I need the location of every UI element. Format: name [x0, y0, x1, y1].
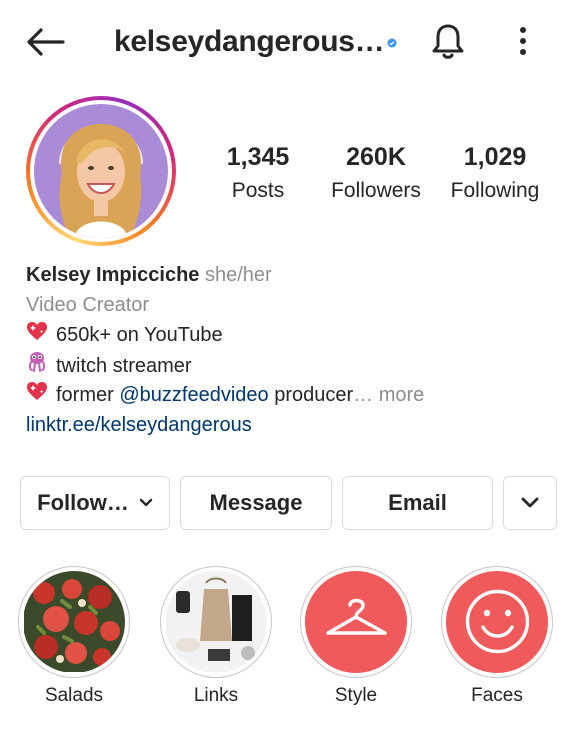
email-button-label: Email — [388, 490, 447, 515]
smiley-face-icon — [465, 589, 529, 654]
message-button[interactable]: Message — [180, 476, 332, 530]
style-thumbnail — [305, 571, 407, 673]
highlight-salads-label: Salads — [44, 685, 104, 706]
posts-count: 1,345 — [226, 143, 290, 171]
following-label: Following — [450, 179, 540, 202]
highlight-faces-label: Faces — [471, 685, 523, 706]
category-label: Video Creator — [26, 294, 150, 316]
username-title-wrap: kelseydangerous… — [114, 20, 397, 64]
following-dropdown-button[interactable]: Follow… — [20, 476, 170, 530]
hanger-icon — [325, 598, 387, 635]
bell-icon — [432, 24, 464, 59]
chevron-down-icon — [520, 496, 540, 510]
sparkling-heart-icon — [26, 380, 48, 410]
bio-more-link[interactable]: more — [373, 384, 425, 406]
message-button-label: Message — [209, 490, 303, 515]
bio-link-row: linktr.ee/kelseydangerous — [26, 410, 556, 440]
bio-line-buzzfeed: former @buzzfeedvideo producer… more — [26, 380, 556, 410]
followers-stat[interactable]: 260K Followers — [324, 142, 428, 206]
highlight-salads[interactable]: Salads — [18, 566, 130, 708]
bio-line-twitch: twitch streamer — [26, 350, 556, 380]
back-button[interactable] — [22, 22, 68, 62]
salad-thumbnail — [23, 571, 125, 673]
bio-category-row: Video Creator — [26, 290, 556, 320]
verified-badge-icon — [387, 38, 397, 48]
arrow-left-icon — [27, 28, 65, 56]
faces-thumbnail — [446, 571, 548, 673]
profile-bio: Kelsey Impicciche she/her Video Creator … — [26, 260, 556, 440]
notifications-button[interactable] — [428, 20, 468, 62]
profile-stats: 1,345 Posts 260K Followers 1,029 Followi… — [0, 142, 576, 212]
buzzfeedvideo-mention-link[interactable]: @buzzfeedvideo — [119, 384, 268, 406]
bio-name-row: Kelsey Impicciche she/her — [26, 260, 556, 290]
bio-line-youtube: 650k+ on YouTube — [26, 320, 556, 350]
display-name: Kelsey Impicciche — [26, 264, 200, 286]
highlight-links[interactable]: Links — [160, 566, 272, 708]
links-thumbnail — [165, 571, 267, 673]
highlight-faces[interactable]: Faces — [441, 566, 553, 708]
bio-ellipsis: … — [353, 384, 374, 406]
bio-former-text: former — [56, 384, 120, 406]
pronouns: she/her — [205, 264, 272, 286]
followers-label: Followers — [331, 179, 421, 202]
alien-monster-icon — [26, 350, 48, 381]
profile-header: kelseydangerous… — [0, 0, 576, 84]
following-stat[interactable]: 1,029 Following — [440, 142, 550, 206]
posts-label: Posts — [231, 179, 285, 202]
more-options-button[interactable] — [508, 20, 538, 62]
posts-stat[interactable]: 1,345 Posts — [210, 142, 306, 206]
more-vertical-icon — [520, 27, 526, 55]
following-count: 1,029 — [463, 143, 527, 171]
bio-twitch-text: twitch streamer — [56, 355, 192, 377]
username-title: kelseydangerous… — [114, 25, 385, 58]
highlight-links-label: Links — [193, 685, 239, 706]
followers-count: 260K — [346, 143, 406, 171]
bio-producer-text: producer — [268, 384, 354, 406]
bio-youtube-text: 650k+ on YouTube — [56, 324, 223, 346]
chevron-down-icon — [139, 498, 153, 508]
highlight-style[interactable]: Style — [300, 566, 412, 708]
following-button-label: Follow… — [37, 490, 129, 515]
highlight-style-label: Style — [334, 685, 378, 706]
email-button[interactable]: Email — [342, 476, 493, 530]
suggested-accounts-button[interactable] — [503, 476, 557, 530]
sparkling-heart-icon — [26, 320, 48, 350]
external-link[interactable]: linktr.ee/kelseydangerous — [26, 414, 252, 436]
